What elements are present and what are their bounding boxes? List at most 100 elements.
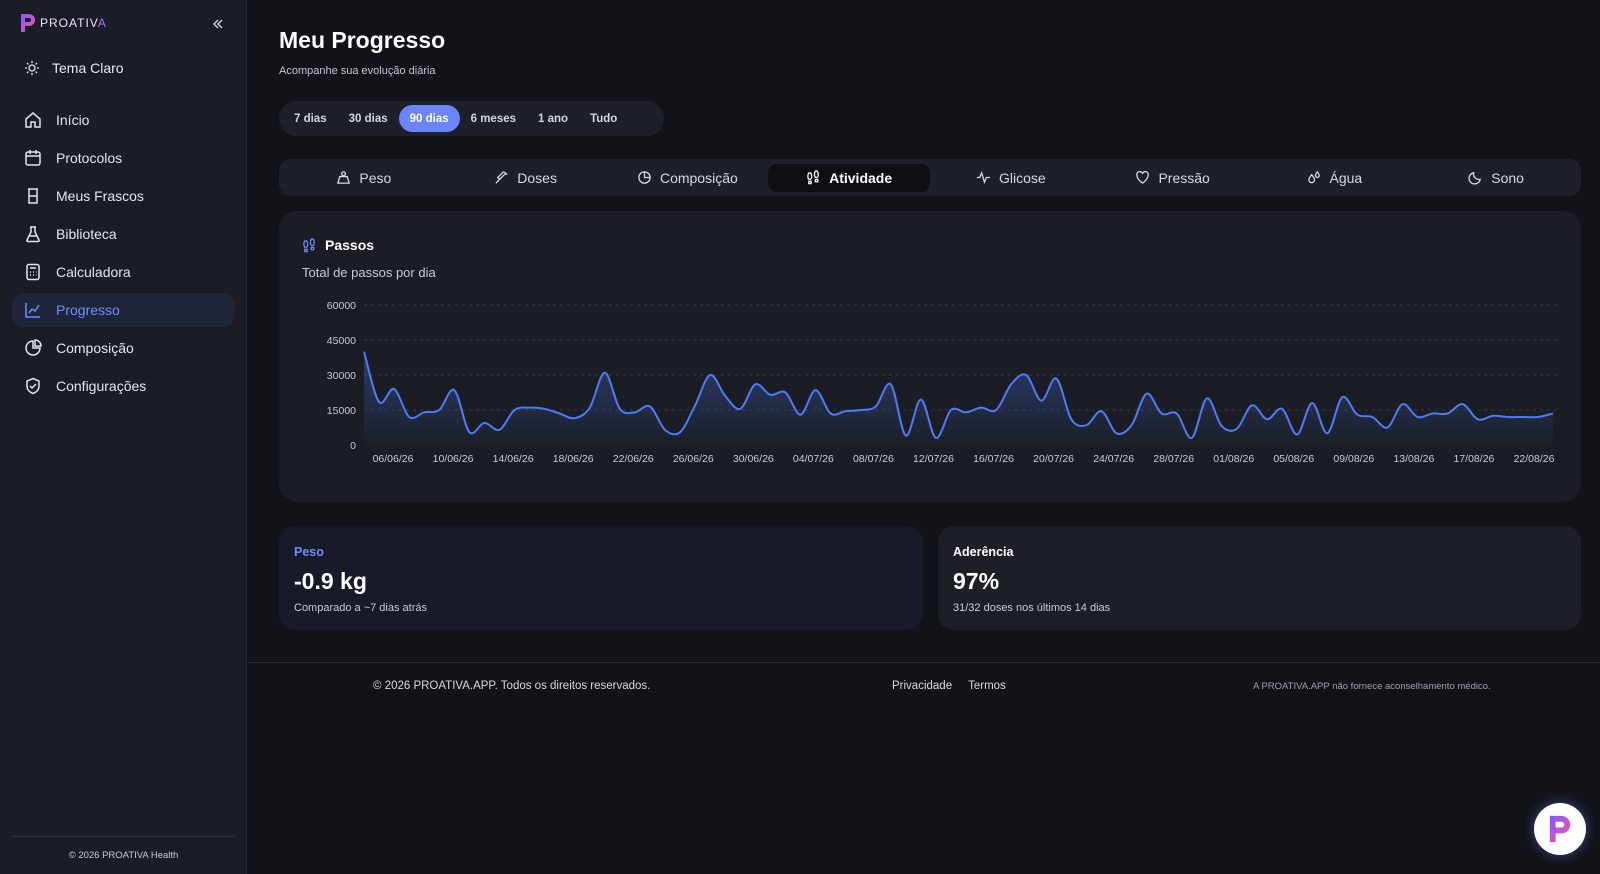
y-tick-label: 60000 <box>327 300 356 312</box>
moon-icon <box>1468 171 1482 185</box>
tab-glicose[interactable]: Glicose <box>930 164 1092 192</box>
x-tick-label: 08/07/26 <box>853 453 894 465</box>
adherence-value: 97% <box>953 568 1000 594</box>
tab-doses[interactable]: Doses <box>445 164 607 192</box>
range-30-dias-button[interactable]: 30 dias <box>338 105 399 132</box>
tab-agua[interactable]: Água <box>1254 164 1416 192</box>
page-title: Meu Progresso <box>279 27 446 53</box>
x-tick-label: 22/06/26 <box>613 453 654 465</box>
sidebar-item-biblioteca[interactable]: Biblioteca <box>12 217 235 251</box>
tab-label: Água <box>1329 169 1363 186</box>
weight-icon <box>337 171 351 184</box>
sidebar-item-label: Configurações <box>56 378 147 394</box>
x-tick-label: 05/08/26 <box>1273 453 1314 465</box>
sidebar-item-label: Calculadora <box>56 264 131 280</box>
chart-subtitle: Total de passos por dia <box>302 265 436 280</box>
logo-text: PROATIVA <box>40 16 107 30</box>
weight-card-label: Peso <box>294 545 324 559</box>
range-1-ano-button[interactable]: 1 ano <box>527 105 579 132</box>
range-tudo-button[interactable]: Tudo <box>579 105 628 132</box>
assistant-fab-button[interactable] <box>1534 803 1586 855</box>
x-tick-label: 13/08/26 <box>1393 453 1434 465</box>
tab-label: Doses <box>517 169 557 186</box>
time-range-selector: 7 dias 30 dias 90 dias 6 meses 1 ano Tud… <box>279 101 664 136</box>
sidebar-item-configuracoes[interactable]: Configurações <box>12 369 235 403</box>
theme-toggle[interactable]: Tema Claro <box>24 60 124 76</box>
pie-chart-icon <box>638 171 651 184</box>
weight-change-card: Peso -0.9 kg Comparado a ~7 dias atrás <box>279 526 923 630</box>
steps-chart[interactable]: 0 15000 30000 45000 60000 06/06/26 10/06/26 14/… <box>279 211 1581 502</box>
range-7-dias-button[interactable]: 7 dias <box>283 105 338 132</box>
chevrons-left-icon <box>212 19 223 29</box>
activity-icon <box>976 170 991 185</box>
tab-peso[interactable]: Peso <box>283 164 445 192</box>
footprints-icon <box>303 237 315 252</box>
adherence-card: Aderência 97% 31/32 doses nos últimos 14… <box>938 526 1581 630</box>
pie-chart-icon <box>25 339 42 356</box>
sidebar-item-inicio[interactable]: Início <box>12 103 235 137</box>
droplets-icon <box>1307 170 1320 184</box>
calculator-icon <box>26 263 40 281</box>
chart-header: Passos <box>302 237 374 253</box>
footer-links: Privacidade Termos <box>892 680 1006 692</box>
tab-pressao[interactable]: Pressão <box>1092 164 1254 192</box>
app-logo[interactable]: PROATIVA <box>18 12 107 34</box>
sidebar-item-protocolos[interactable]: Protocolos <box>12 141 235 175</box>
sidebar-item-label: Meus Frascos <box>56 188 144 204</box>
x-tick-label: 10/06/26 <box>433 453 474 465</box>
theme-toggle-label: Tema Claro <box>52 60 124 76</box>
sidebar-item-composicao[interactable]: Composição <box>12 331 235 365</box>
y-tick-label: 45000 <box>327 335 356 347</box>
x-tick-label: 12/07/26 <box>913 453 954 465</box>
adherence-card-label: Aderência <box>953 545 1014 559</box>
tab-atividade[interactable]: Atividade <box>768 163 930 192</box>
tab-label: Atividade <box>829 169 893 186</box>
tab-label: Composição <box>659 169 738 186</box>
tab-sono[interactable]: Sono <box>1415 164 1577 192</box>
sidebar-item-label: Início <box>56 112 90 128</box>
range-90-dias-button[interactable]: 90 dias <box>398 105 460 132</box>
x-tick-label: 04/07/26 <box>793 453 834 465</box>
terms-link[interactable]: Termos <box>968 680 1006 692</box>
y-tick-label: 15000 <box>327 405 356 417</box>
tab-label: Sono <box>1491 169 1524 186</box>
tab-composicao[interactable]: Composição <box>607 164 769 192</box>
footer-divider <box>248 662 1600 663</box>
y-tick-label: 0 <box>350 440 356 452</box>
sidebar-item-progresso[interactable]: Progresso <box>12 293 235 327</box>
chart-title: Passos <box>325 237 375 253</box>
sidebar-nav: Início Protocolos Meus Frascos Bibliotec… <box>12 103 235 407</box>
chart-line-icon <box>25 303 40 318</box>
metric-tabs: Peso Doses Composição Atividade Glicose … <box>279 159 1581 196</box>
x-tick-label: 20/07/26 <box>1033 453 1074 465</box>
logo-mark-icon <box>21 14 35 32</box>
syringe-icon <box>495 170 508 184</box>
x-tick-label: 24/07/26 <box>1093 453 1134 465</box>
x-tick-label: 16/07/26 <box>973 453 1014 465</box>
sidebar-item-label: Composição <box>56 340 134 356</box>
weight-card-note: Comparado a ~7 dias atrás <box>294 602 427 614</box>
x-tick-label: 18/06/26 <box>553 453 594 465</box>
x-tick-label: 22/08/26 <box>1514 453 1555 465</box>
vial-icon <box>28 188 38 204</box>
weight-change-value: -0.9 kg <box>294 568 367 594</box>
sidebar-item-calculadora[interactable]: Calculadora <box>12 255 235 289</box>
range-6-meses-button[interactable]: 6 meses <box>460 105 527 132</box>
privacy-link[interactable]: Privacidade <box>892 680 952 692</box>
shield-check-icon <box>26 377 40 395</box>
sidebar-item-meus-frascos[interactable]: Meus Frascos <box>12 179 235 213</box>
calendar-icon <box>25 150 41 166</box>
sidebar-item-label: Protocolos <box>56 150 123 166</box>
tab-label: Glicose <box>999 169 1046 186</box>
flask-icon <box>26 226 40 243</box>
x-tick-label: 30/06/26 <box>733 453 774 465</box>
tab-label: Peso <box>359 169 392 186</box>
sidebar-item-label: Biblioteca <box>56 226 117 242</box>
sidebar-item-label: Progresso <box>56 302 120 318</box>
x-tick-label: 14/06/26 <box>493 453 534 465</box>
x-tick-label: 01/08/26 <box>1213 453 1254 465</box>
x-tick-label: 28/07/26 <box>1153 453 1194 465</box>
adherence-card-note: 31/32 doses nos últimos 14 dias <box>953 602 1111 614</box>
home-icon <box>25 112 41 128</box>
collapse-sidebar-button[interactable] <box>208 14 228 34</box>
